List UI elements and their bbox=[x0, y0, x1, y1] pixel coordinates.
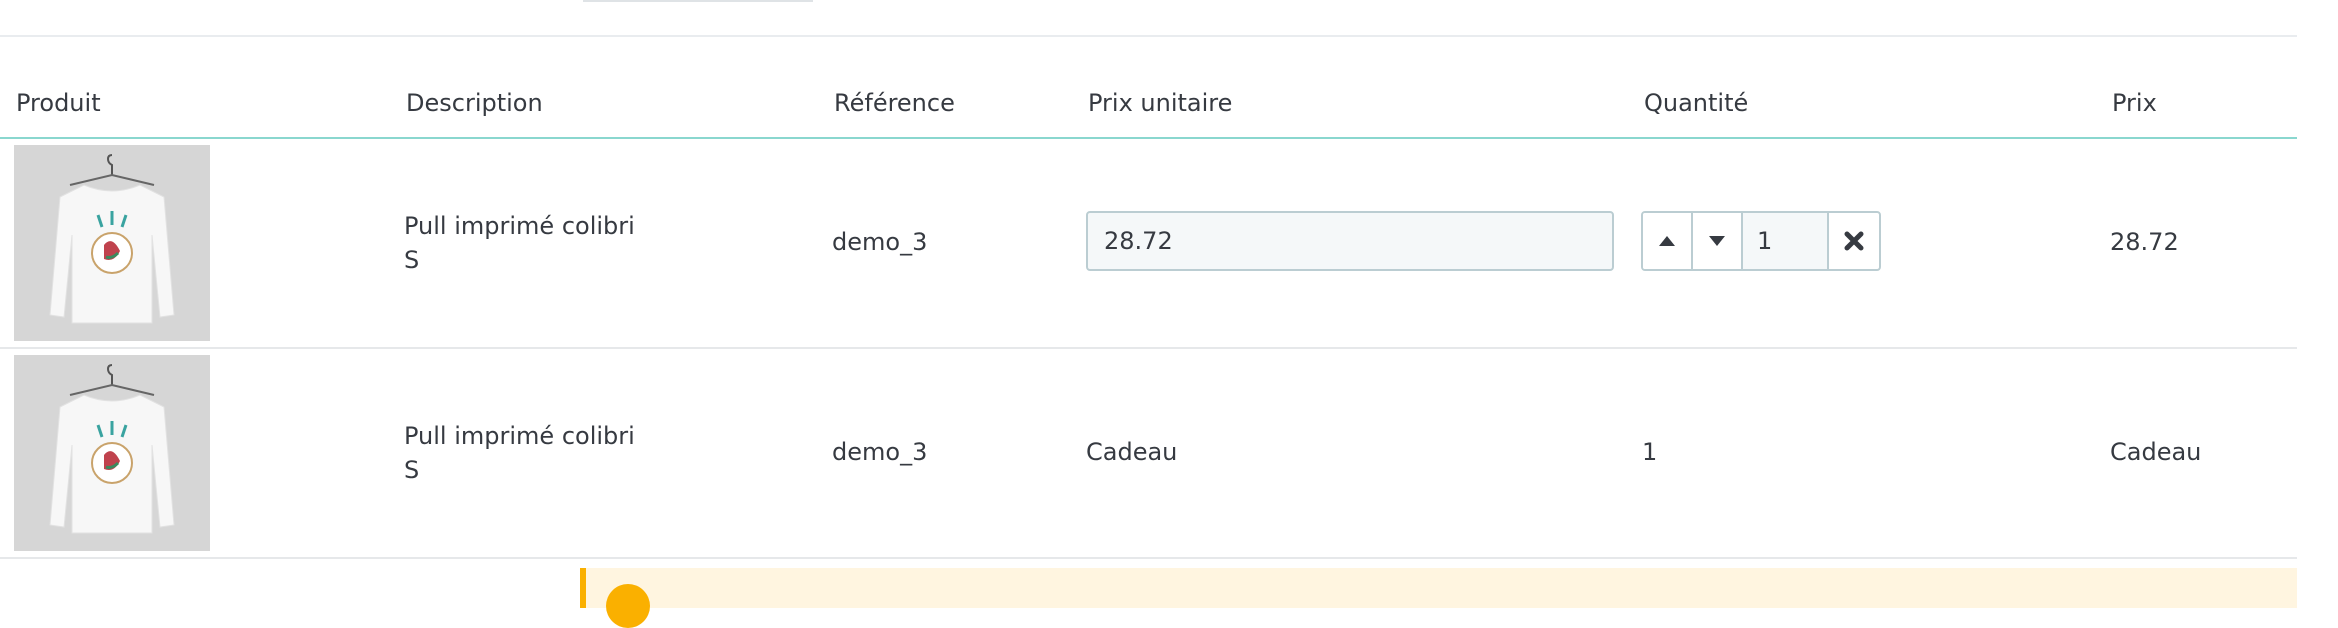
column-header-description: Description bbox=[406, 89, 543, 117]
header-divider bbox=[0, 137, 2297, 139]
unit-price-input[interactable] bbox=[1086, 211, 1614, 271]
line-total-price: 28.72 bbox=[2110, 228, 2179, 256]
unit-price-gift: Cadeau bbox=[1086, 438, 1178, 466]
column-header-price: Prix bbox=[2112, 89, 2157, 117]
warning-icon bbox=[606, 584, 650, 628]
product-name: Pull imprimé colibri bbox=[404, 212, 635, 240]
product-variant: S bbox=[404, 246, 420, 274]
product-thumbnail[interactable] bbox=[14, 145, 210, 341]
row-divider bbox=[0, 557, 2297, 559]
product-description: Pull imprimé colibri S bbox=[404, 419, 635, 487]
remove-product-button[interactable] bbox=[1829, 213, 1879, 269]
warning-alert bbox=[580, 568, 2297, 628]
row-divider bbox=[0, 347, 2297, 349]
sweater-image bbox=[14, 145, 210, 341]
column-header-unit-price: Prix unitaire bbox=[1088, 89, 1233, 117]
column-header-reference: Référence bbox=[834, 89, 955, 117]
product-variant: S bbox=[404, 456, 420, 484]
product-description: Pull imprimé colibri S bbox=[404, 209, 635, 277]
product-reference: demo_3 bbox=[832, 228, 928, 256]
top-tab-indicator bbox=[583, 0, 813, 2]
quantity-stepper bbox=[1641, 211, 1881, 271]
caret-up-icon bbox=[1659, 236, 1675, 246]
section-divider bbox=[0, 35, 2297, 37]
close-icon bbox=[1844, 231, 1864, 251]
line-total-price: Cadeau bbox=[2110, 438, 2202, 466]
product-reference: demo_3 bbox=[832, 438, 928, 466]
decrease-quantity-button[interactable] bbox=[1693, 213, 1743, 269]
increase-quantity-button[interactable] bbox=[1643, 213, 1693, 269]
quantity-value: 1 bbox=[1642, 438, 1658, 466]
column-header-quantity: Quantité bbox=[1644, 89, 1749, 117]
caret-down-icon bbox=[1709, 236, 1725, 246]
product-thumbnail[interactable] bbox=[14, 355, 210, 551]
product-name: Pull imprimé colibri bbox=[404, 422, 635, 450]
quantity-input[interactable] bbox=[1743, 213, 1829, 269]
column-header-product: Produit bbox=[16, 89, 101, 117]
sweater-image bbox=[14, 355, 210, 551]
